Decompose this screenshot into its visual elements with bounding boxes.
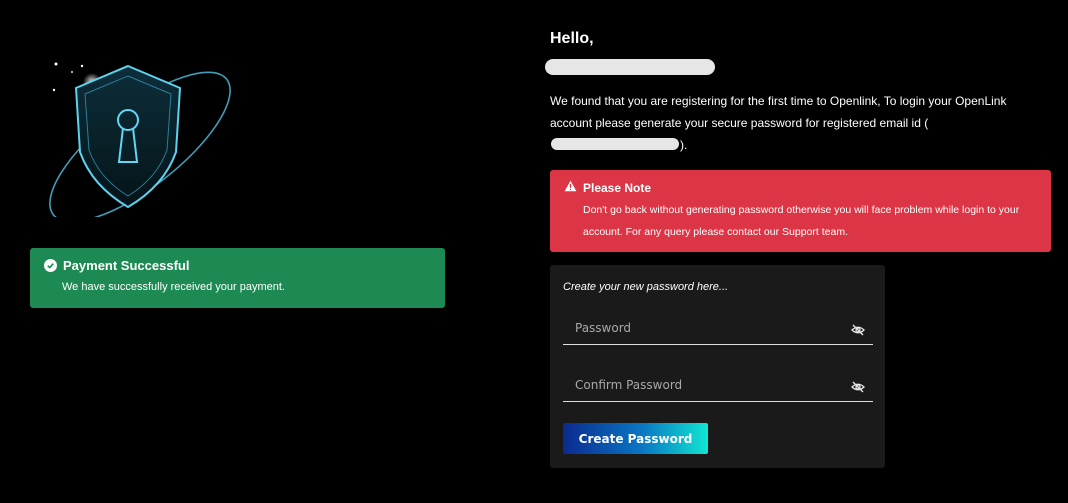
redacted-email xyxy=(551,138,679,150)
eye-slash-icon[interactable] xyxy=(851,380,865,393)
shield-lock-icon xyxy=(40,52,250,223)
intro-text-part1: We found that you are registering for th… xyxy=(550,94,1007,130)
intro-paragraph: We found that you are registering for th… xyxy=(550,90,1050,156)
card-title: Create your new password here... xyxy=(563,281,729,293)
page: Payment Successful We have successfully … xyxy=(0,0,1068,503)
please-note-alert: Please Note Don't go back without genera… xyxy=(550,170,1051,252)
intro-text-part2: ). xyxy=(680,138,688,152)
success-alert-text: We have successfully received your payme… xyxy=(62,281,285,293)
confirm-password-field xyxy=(563,371,873,402)
warning-alert-title: Please Note xyxy=(583,180,652,195)
password-field xyxy=(563,314,873,345)
payment-success-alert: Payment Successful We have successfully … xyxy=(30,248,445,308)
warning-alert-title-row: Please Note xyxy=(564,180,1037,195)
redacted-user-name xyxy=(545,59,715,75)
success-alert-title-row: Payment Successful xyxy=(44,258,431,273)
eye-slash-icon[interactable] xyxy=(851,323,865,336)
password-input[interactable] xyxy=(563,314,855,342)
warning-alert-text: Don't go back without generating passwor… xyxy=(583,204,1020,238)
create-password-button[interactable]: Create Password xyxy=(563,423,708,454)
create-password-card: Create your new password here... Create … xyxy=(550,265,885,468)
success-alert-title: Payment Successful xyxy=(63,258,190,273)
confirm-password-input[interactable] xyxy=(563,371,855,399)
warning-triangle-icon xyxy=(564,180,577,195)
greeting-heading: Hello, xyxy=(550,30,594,47)
check-circle-icon xyxy=(44,259,57,272)
